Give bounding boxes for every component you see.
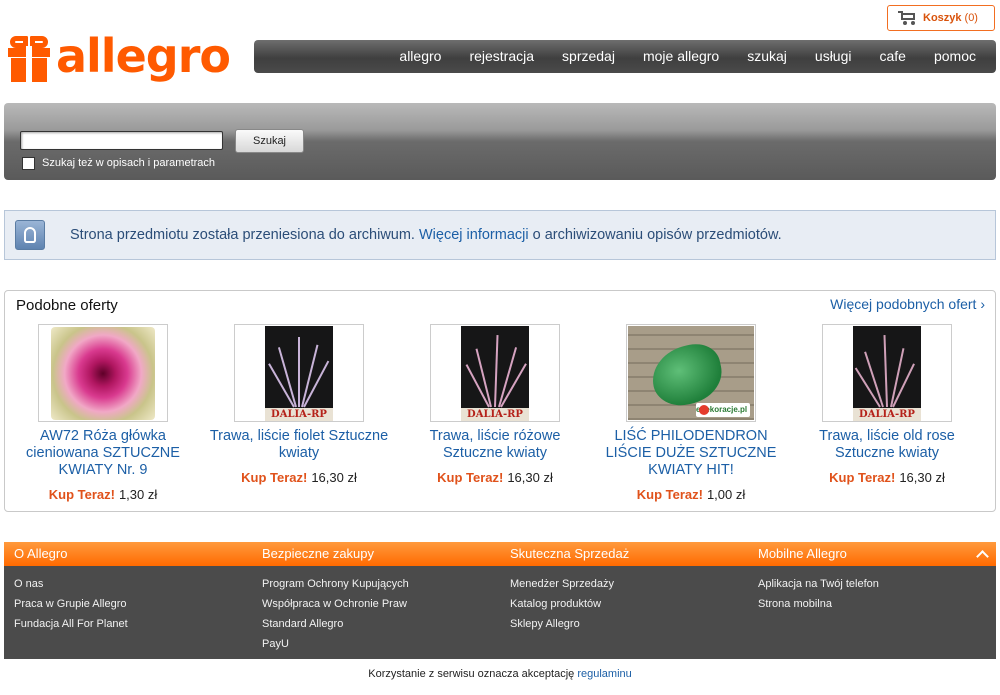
- offer-thumbnail-pink-grass[interactable]: DALIA-RP: [430, 324, 560, 422]
- cart-icon: [898, 11, 916, 25]
- footer-header-bar: O Allegro Bezpieczne zakupy Skuteczna Sp…: [4, 542, 996, 566]
- footer-link[interactable]: Współpraca w Ochronie Praw: [262, 594, 409, 614]
- nav-cafe[interactable]: cafe: [866, 40, 920, 73]
- nav-sprzedaj[interactable]: sprzedaj: [548, 40, 629, 73]
- offer-thumbnail-violet-grass[interactable]: DALIA-RP: [234, 324, 364, 422]
- offer-price: Kup Teraz! 16,30 zł: [789, 470, 985, 485]
- price-value: 16,30 zł: [311, 470, 357, 485]
- footer-col-title: O Allegro: [14, 546, 68, 561]
- offer-price: Kup Teraz! 16,30 zł: [397, 470, 593, 485]
- footer-link[interactable]: Standard Allegro: [262, 614, 409, 634]
- offer-watermark: DALIA-RP: [265, 408, 333, 421]
- cart-label: Koszyk: [923, 12, 962, 24]
- nav-allegro[interactable]: allegro: [385, 40, 455, 73]
- nav-uslugi[interactable]: usługi: [801, 40, 866, 73]
- buy-now-label: Kup Teraz!: [241, 470, 308, 485]
- main-nav: allegro rejestracja sprzedaj moje allegr…: [254, 40, 996, 73]
- nav-moje-allegro[interactable]: moje allegro: [629, 40, 733, 73]
- terms-link[interactable]: regulaminu: [577, 668, 631, 680]
- footer-link[interactable]: Strona mobilna: [758, 594, 879, 614]
- notice-text-before: Strona przedmiotu została przeniesiona d…: [70, 227, 415, 243]
- offer-card: DALIA-RP Trawa, liście fiolet Sztuczne k…: [201, 324, 397, 485]
- buy-now-label: Kup Teraz!: [636, 487, 703, 502]
- site-footer: O Allegro Bezpieczne zakupy Skuteczna Sp…: [4, 542, 996, 659]
- footer-links-skuteczna-sprzedaz: Menedżer Sprzedaży Katalog produktów Skl…: [510, 574, 614, 634]
- logo-text: allegro: [56, 29, 231, 83]
- nav-pomoc[interactable]: pomoc: [920, 40, 990, 73]
- offer-title[interactable]: Trawa, liście fiolet Sztuczne kwiaty: [201, 428, 397, 462]
- buy-now-label: Kup Teraz!: [48, 487, 115, 502]
- offer-price: Kup Teraz! 16,30 zł: [201, 470, 397, 485]
- offer-title[interactable]: Trawa, liście old rose Sztuczne kwiaty: [789, 428, 985, 462]
- footer-links-mobilne-allegro: Aplikacja na Twój telefon Strona mobilna: [758, 574, 879, 614]
- offer-card: DALIA-RP Trawa, liście old rose Sztuczne…: [789, 324, 985, 485]
- footer-col-title: Skuteczna Sprzedaż: [510, 546, 630, 561]
- price-value: 16,30 zł: [899, 470, 945, 485]
- offer-title[interactable]: LIŚĆ PHILODENDRON LIŚCIE DUŻE SZTUCZNE K…: [593, 428, 789, 479]
- price-value: 16,30 zł: [507, 470, 553, 485]
- offer-watermark: DALIA-RP: [853, 408, 921, 421]
- footer-link[interactable]: Praca w Grupie Allegro: [14, 594, 128, 614]
- offer-title[interactable]: Trawa, liście różowe Sztuczne kwiaty: [397, 428, 593, 462]
- footer-link[interactable]: Program Ochrony Kupujących: [262, 574, 409, 594]
- footer-col-title: Bezpieczne zakupy: [262, 546, 375, 561]
- offer-price: Kup Teraz! 1,00 zł: [593, 487, 789, 502]
- notice-text: Strona przedmiotu została przeniesiona d…: [70, 227, 782, 243]
- offer-thumbnail-rose[interactable]: [38, 324, 168, 422]
- footer-link[interactable]: Aplikacja na Twój telefon: [758, 574, 879, 594]
- nav-szukaj[interactable]: szukaj: [733, 40, 801, 73]
- allegro-logo[interactable]: allegro: [8, 28, 238, 90]
- search-descriptions-label: Szukaj też w opisach i parametrach: [42, 157, 216, 169]
- search-input[interactable]: [20, 131, 223, 150]
- footer-links-bezpieczne-zakupy: Program Ochrony Kupujących Współpraca w …: [262, 574, 409, 654]
- offer-watermark: DALIA-RP: [461, 408, 529, 421]
- chevron-up-icon[interactable]: [976, 548, 988, 560]
- footer-link[interactable]: O nas: [14, 574, 128, 594]
- search-button[interactable]: Szukaj: [235, 129, 304, 153]
- terms-notice: Korzystanie z serwisu oznacza akceptację…: [0, 668, 1000, 680]
- offer-card: edekoracje.pl LIŚĆ PHILODENDRON LIŚCIE D…: [593, 324, 789, 502]
- terms-text: Korzystanie z serwisu oznacza akceptację: [368, 668, 575, 680]
- more-similar-link[interactable]: Więcej podobnych ofert ›: [830, 296, 985, 312]
- search-panel: Szukaj Szukaj też w opisach i parametrac…: [4, 103, 996, 180]
- similar-offers-title: Podobne oferty: [16, 297, 118, 314]
- cart-count: (0): [964, 12, 978, 24]
- price-value: 1,30 zł: [118, 487, 158, 502]
- notice-text-after: o archiwizowaniu opisów przedmiotów.: [532, 227, 782, 243]
- offer-title[interactable]: AW72 Róża główka cieniowana SZTUCZNE KWI…: [5, 428, 201, 479]
- lightbulb-icon: [15, 220, 45, 250]
- offer-thumbnail-oldrose-grass[interactable]: DALIA-RP: [822, 324, 952, 422]
- offer-price: Kup Teraz! 1,30 zł: [5, 487, 201, 502]
- price-value: 1,00 zł: [706, 487, 746, 502]
- search-descriptions-checkbox[interactable]: [22, 157, 35, 170]
- buy-now-label: Kup Teraz!: [829, 470, 896, 485]
- cart-button[interactable]: Koszyk (0): [887, 5, 995, 31]
- gift-logo-icon: [8, 36, 50, 82]
- offer-card: AW72 Róża główka cieniowana SZTUCZNE KWI…: [5, 324, 201, 502]
- archive-notice: Strona przedmiotu została przeniesiona d…: [4, 210, 996, 260]
- footer-links-o-allegro: O nas Praca w Grupie Allegro Fundacja Al…: [14, 574, 128, 634]
- footer-link[interactable]: Katalog produktów: [510, 594, 614, 614]
- footer-link[interactable]: PayU: [262, 634, 409, 654]
- footer-link[interactable]: Sklepy Allegro: [510, 614, 614, 634]
- footer-col-title: Mobilne Allegro: [758, 546, 847, 561]
- more-info-link[interactable]: Więcej informacji: [419, 227, 529, 243]
- nav-rejestracja[interactable]: rejestracja: [455, 40, 548, 73]
- buy-now-label: Kup Teraz!: [437, 470, 504, 485]
- offer-watermark: edekoracje.pl: [696, 403, 750, 417]
- offer-card: DALIA-RP Trawa, liście różowe Sztuczne k…: [397, 324, 593, 485]
- offer-thumbnail-leaf[interactable]: edekoracje.pl: [626, 324, 756, 422]
- similar-offers: Podobne oferty Więcej podobnych ofert › …: [4, 290, 996, 512]
- footer-link[interactable]: Menedżer Sprzedaży: [510, 574, 614, 594]
- footer-link[interactable]: Fundacja All For Planet: [14, 614, 128, 634]
